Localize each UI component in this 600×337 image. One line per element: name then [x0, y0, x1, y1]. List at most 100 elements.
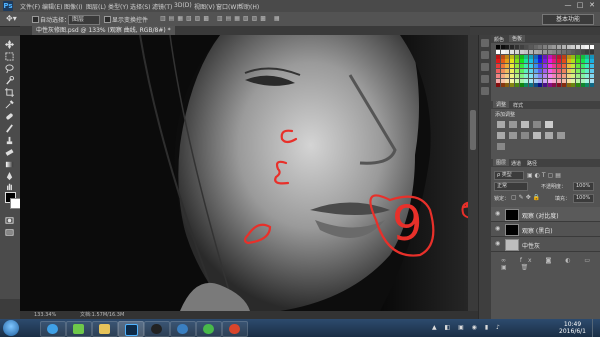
swatch[interactable] [566, 73, 571, 78]
swatch[interactable] [505, 64, 510, 69]
swatch[interactable] [528, 69, 533, 73]
swatch[interactable] [528, 59, 533, 64]
swatch[interactable] [575, 83, 580, 88]
swatch[interactable] [571, 83, 576, 88]
clock[interactable]: 10:49 2016/6/1 [559, 321, 586, 335]
swatch[interactable] [561, 45, 566, 49]
swatch[interactable] [496, 59, 500, 64]
swatch[interactable] [524, 83, 529, 88]
layer-row[interactable]: ◉ 观察 (黑白) [491, 222, 600, 237]
tab-styles[interactable]: 样式 [513, 102, 523, 109]
swatch[interactable] [496, 64, 500, 69]
layer-kind-filter[interactable]: ρ 类型 [494, 171, 524, 180]
swatch[interactable] [496, 73, 500, 78]
swatch[interactable] [590, 54, 594, 59]
swatch[interactable] [519, 64, 524, 69]
swatch[interactable] [533, 59, 538, 64]
swatch[interactable] [543, 64, 547, 69]
swatch[interactable] [580, 78, 585, 83]
swatch[interactable] [496, 54, 500, 59]
swatch[interactable] [524, 54, 529, 59]
swatch[interactable] [514, 73, 519, 78]
marquee-icon[interactable] [5, 52, 14, 61]
tab-color[interactable]: 颜色 [494, 36, 504, 43]
vertical-scrollbar[interactable] [468, 35, 478, 311]
color-lookup-icon[interactable] [557, 132, 565, 139]
swatch[interactable] [500, 45, 505, 49]
swatch[interactable] [580, 83, 585, 88]
swatch[interactable] [519, 54, 524, 59]
swatch[interactable] [543, 83, 547, 88]
swatch[interactable] [557, 59, 562, 64]
swatch[interactable] [561, 49, 566, 54]
swatch[interactable] [533, 78, 538, 83]
swatch[interactable] [505, 45, 510, 49]
taskbar-explorer[interactable] [66, 321, 92, 337]
brightness-icon[interactable] [497, 121, 505, 128]
swatch[interactable] [571, 59, 576, 64]
swatch[interactable] [580, 73, 585, 78]
swatch[interactable] [590, 49, 594, 54]
hand-icon[interactable] [5, 182, 14, 191]
layer-row[interactable]: ◉ 中性灰 [491, 237, 600, 252]
swatch[interactable] [552, 54, 557, 59]
swatch[interactable] [528, 73, 533, 78]
levels-icon[interactable] [509, 121, 517, 128]
swatch[interactable] [496, 78, 500, 83]
swatch[interactable] [561, 69, 566, 73]
swatch[interactable] [524, 64, 529, 69]
swatch[interactable] [533, 45, 538, 49]
swatch[interactable] [510, 83, 515, 88]
swatch[interactable] [524, 78, 529, 83]
start-button[interactable] [3, 320, 19, 336]
auto-select-dropdown[interactable]: 图层 [68, 15, 100, 25]
swatch[interactable] [561, 54, 566, 59]
swatch[interactable] [561, 59, 566, 64]
document-canvas[interactable]: 9 [20, 35, 468, 311]
swatch[interactable] [575, 54, 580, 59]
layer-row[interactable]: ◉ 观察 (对比度) [491, 207, 600, 222]
swatch[interactable] [519, 49, 524, 54]
crop-icon[interactable] [5, 88, 14, 97]
swatch[interactable] [585, 49, 590, 54]
screen-mode-icon[interactable] [5, 228, 14, 237]
vibrance-icon[interactable] [545, 121, 553, 128]
tab-layers[interactable]: 图层 [493, 159, 510, 166]
blend-mode-dropdown[interactable]: 正常 [494, 182, 528, 191]
exposure-icon[interactable] [533, 121, 541, 128]
swatch[interactable] [500, 59, 505, 64]
swatch[interactable] [566, 83, 571, 88]
minimize-button[interactable]: — [562, 1, 574, 10]
show-transform-checkbox[interactable] [104, 16, 111, 23]
swatch[interactable] [514, 54, 519, 59]
healing-brush-icon[interactable] [5, 112, 14, 121]
swatch[interactable] [580, 69, 585, 73]
info-panel-icon[interactable] [481, 63, 489, 71]
swatch[interactable] [566, 69, 571, 73]
history-panel-icon[interactable] [481, 39, 489, 47]
swatch[interactable] [552, 73, 557, 78]
swatch[interactable] [580, 59, 585, 64]
swatch[interactable] [585, 64, 590, 69]
eye-icon[interactable]: ◉ [495, 241, 500, 247]
tab-adjustments[interactable]: 调整 [493, 101, 510, 108]
quick-mask-icon[interactable] [5, 216, 14, 225]
taskbar-qq[interactable] [144, 321, 170, 337]
swatch[interactable] [566, 45, 571, 49]
eye-icon[interactable]: ◉ [495, 226, 500, 232]
lock-icons[interactable]: ▢✎✥🔒 [511, 194, 542, 201]
swatch[interactable] [547, 49, 552, 54]
swatch[interactable] [514, 83, 519, 88]
swatch[interactable] [552, 64, 557, 69]
swatch[interactable] [580, 64, 585, 69]
tab-swatches[interactable]: 色板 [509, 35, 526, 42]
swatch[interactable] [505, 78, 510, 83]
swatch[interactable] [557, 64, 562, 69]
swatch[interactable] [538, 78, 543, 83]
layer-footer-buttons[interactable]: ∞ fx ◙ ◐ ▭ ▣ 🗑 [501, 257, 600, 271]
swatch[interactable] [514, 78, 519, 83]
tab-channels[interactable]: 通道 [511, 160, 521, 167]
swatch[interactable] [552, 69, 557, 73]
gradient-icon[interactable] [5, 160, 14, 169]
move-icon[interactable] [5, 40, 14, 49]
